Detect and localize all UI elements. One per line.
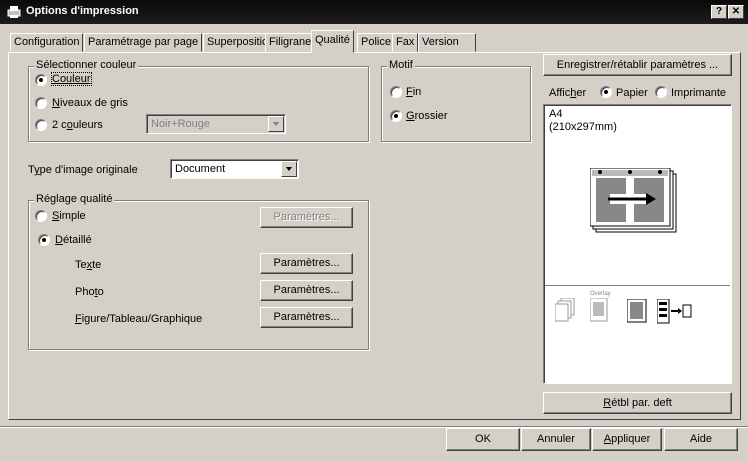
pages-stack-icon — [555, 298, 575, 322]
tab-version[interactable]: Version — [418, 33, 476, 52]
image-type-label: Type d'image originale — [28, 164, 138, 176]
tab-parametrage-par-page[interactable]: Paramétrage par page — [84, 33, 203, 52]
photo-params-button[interactable]: Paramètres... — [260, 280, 353, 301]
2-couleurs-label: 2 couleurs — [52, 119, 103, 131]
motif-groupbox — [381, 66, 531, 142]
fin-label: Fin — [406, 86, 422, 98]
texte-params-button[interactable]: Paramètres... — [260, 253, 353, 274]
radio-simple[interactable] — [35, 210, 47, 222]
help-button[interactable]: ? — [711, 5, 727, 19]
radio-fin[interactable] — [390, 86, 402, 98]
figure-params-button[interactable]: Paramètres... — [260, 307, 353, 328]
printer-icon — [7, 6, 21, 18]
two-colors-select[interactable]: Noir+Rouge — [146, 114, 286, 134]
image-type-value: Document — [175, 163, 226, 175]
radio-papier[interactable] — [600, 86, 612, 98]
detaille-label: Détaillé — [55, 234, 92, 246]
reset-defaults-button[interactable]: Rétbl par. deft — [543, 392, 732, 414]
radio-imprimante[interactable] — [655, 86, 667, 98]
help-footer-button[interactable]: Aide — [664, 428, 738, 451]
cancel-button[interactable]: Annuler — [521, 428, 591, 451]
ok-button[interactable]: OK — [446, 428, 520, 451]
radio-2-couleurs[interactable] — [35, 119, 47, 131]
save-restore-settings-button[interactable]: Enregistrer/rétablir paramètres ... — [543, 54, 732, 76]
afficher-label: Afficher — [549, 87, 587, 99]
image-type-select[interactable]: Document — [170, 159, 299, 179]
niveaux-de-gris-label: Niveaux de gris — [52, 97, 128, 109]
grossier-label: Grossier — [406, 110, 448, 122]
preview-area — [543, 104, 732, 384]
close-button[interactable]: ✕ — [728, 5, 744, 19]
motif-group-legend: Motif — [387, 59, 415, 71]
overlay-page-icon — [590, 298, 608, 322]
radio-couleur[interactable] — [35, 74, 47, 86]
chevron-down-icon[interactable] — [281, 161, 297, 177]
radio-grossier[interactable] — [390, 110, 402, 122]
figure-label: Figure/Tableau/Graphique — [75, 313, 203, 325]
imprimante-label: Imprimante — [671, 87, 727, 99]
quality-group-legend: Réglage qualité — [34, 193, 115, 205]
radio-detaille[interactable] — [38, 234, 50, 246]
tab-police[interactable]: Police — [357, 33, 395, 52]
color-group-legend: Sélectionner couleur — [34, 59, 139, 71]
photo-label: Photo — [75, 286, 104, 298]
page-icon — [627, 299, 647, 323]
tab-qualite[interactable]: Qualité — [311, 30, 354, 53]
collate-output-icon — [657, 299, 692, 324]
paper-dimensions: (210x297mm) — [549, 121, 617, 133]
paper-size: A4 — [549, 108, 563, 120]
two-colors-select-value: Noir+Rouge — [151, 118, 211, 130]
chevron-down-icon[interactable] — [268, 116, 284, 132]
preview-divider — [545, 285, 730, 289]
overlay-label: Overlay — [590, 291, 611, 297]
couleur-label: Couleur — [51, 72, 92, 86]
texte-label: Texte — [75, 259, 102, 271]
tab-filigrane[interactable]: Filigrane — [265, 33, 316, 52]
tab-fax[interactable]: Fax — [392, 33, 419, 52]
couleur-text: Couleur — [51, 72, 92, 86]
simple-label: Simple — [52, 210, 86, 222]
radio-niveaux-de-gris[interactable] — [35, 97, 47, 109]
papier-label: Papier — [616, 87, 648, 99]
apply-button[interactable]: Appliquer — [592, 428, 662, 451]
window-title: Options d'impression — [26, 5, 139, 17]
paper-preview-icon — [590, 168, 677, 233]
simple-params-button[interactable]: Paramètres... — [260, 207, 353, 228]
tab-configuration[interactable]: Configuration — [10, 33, 84, 52]
